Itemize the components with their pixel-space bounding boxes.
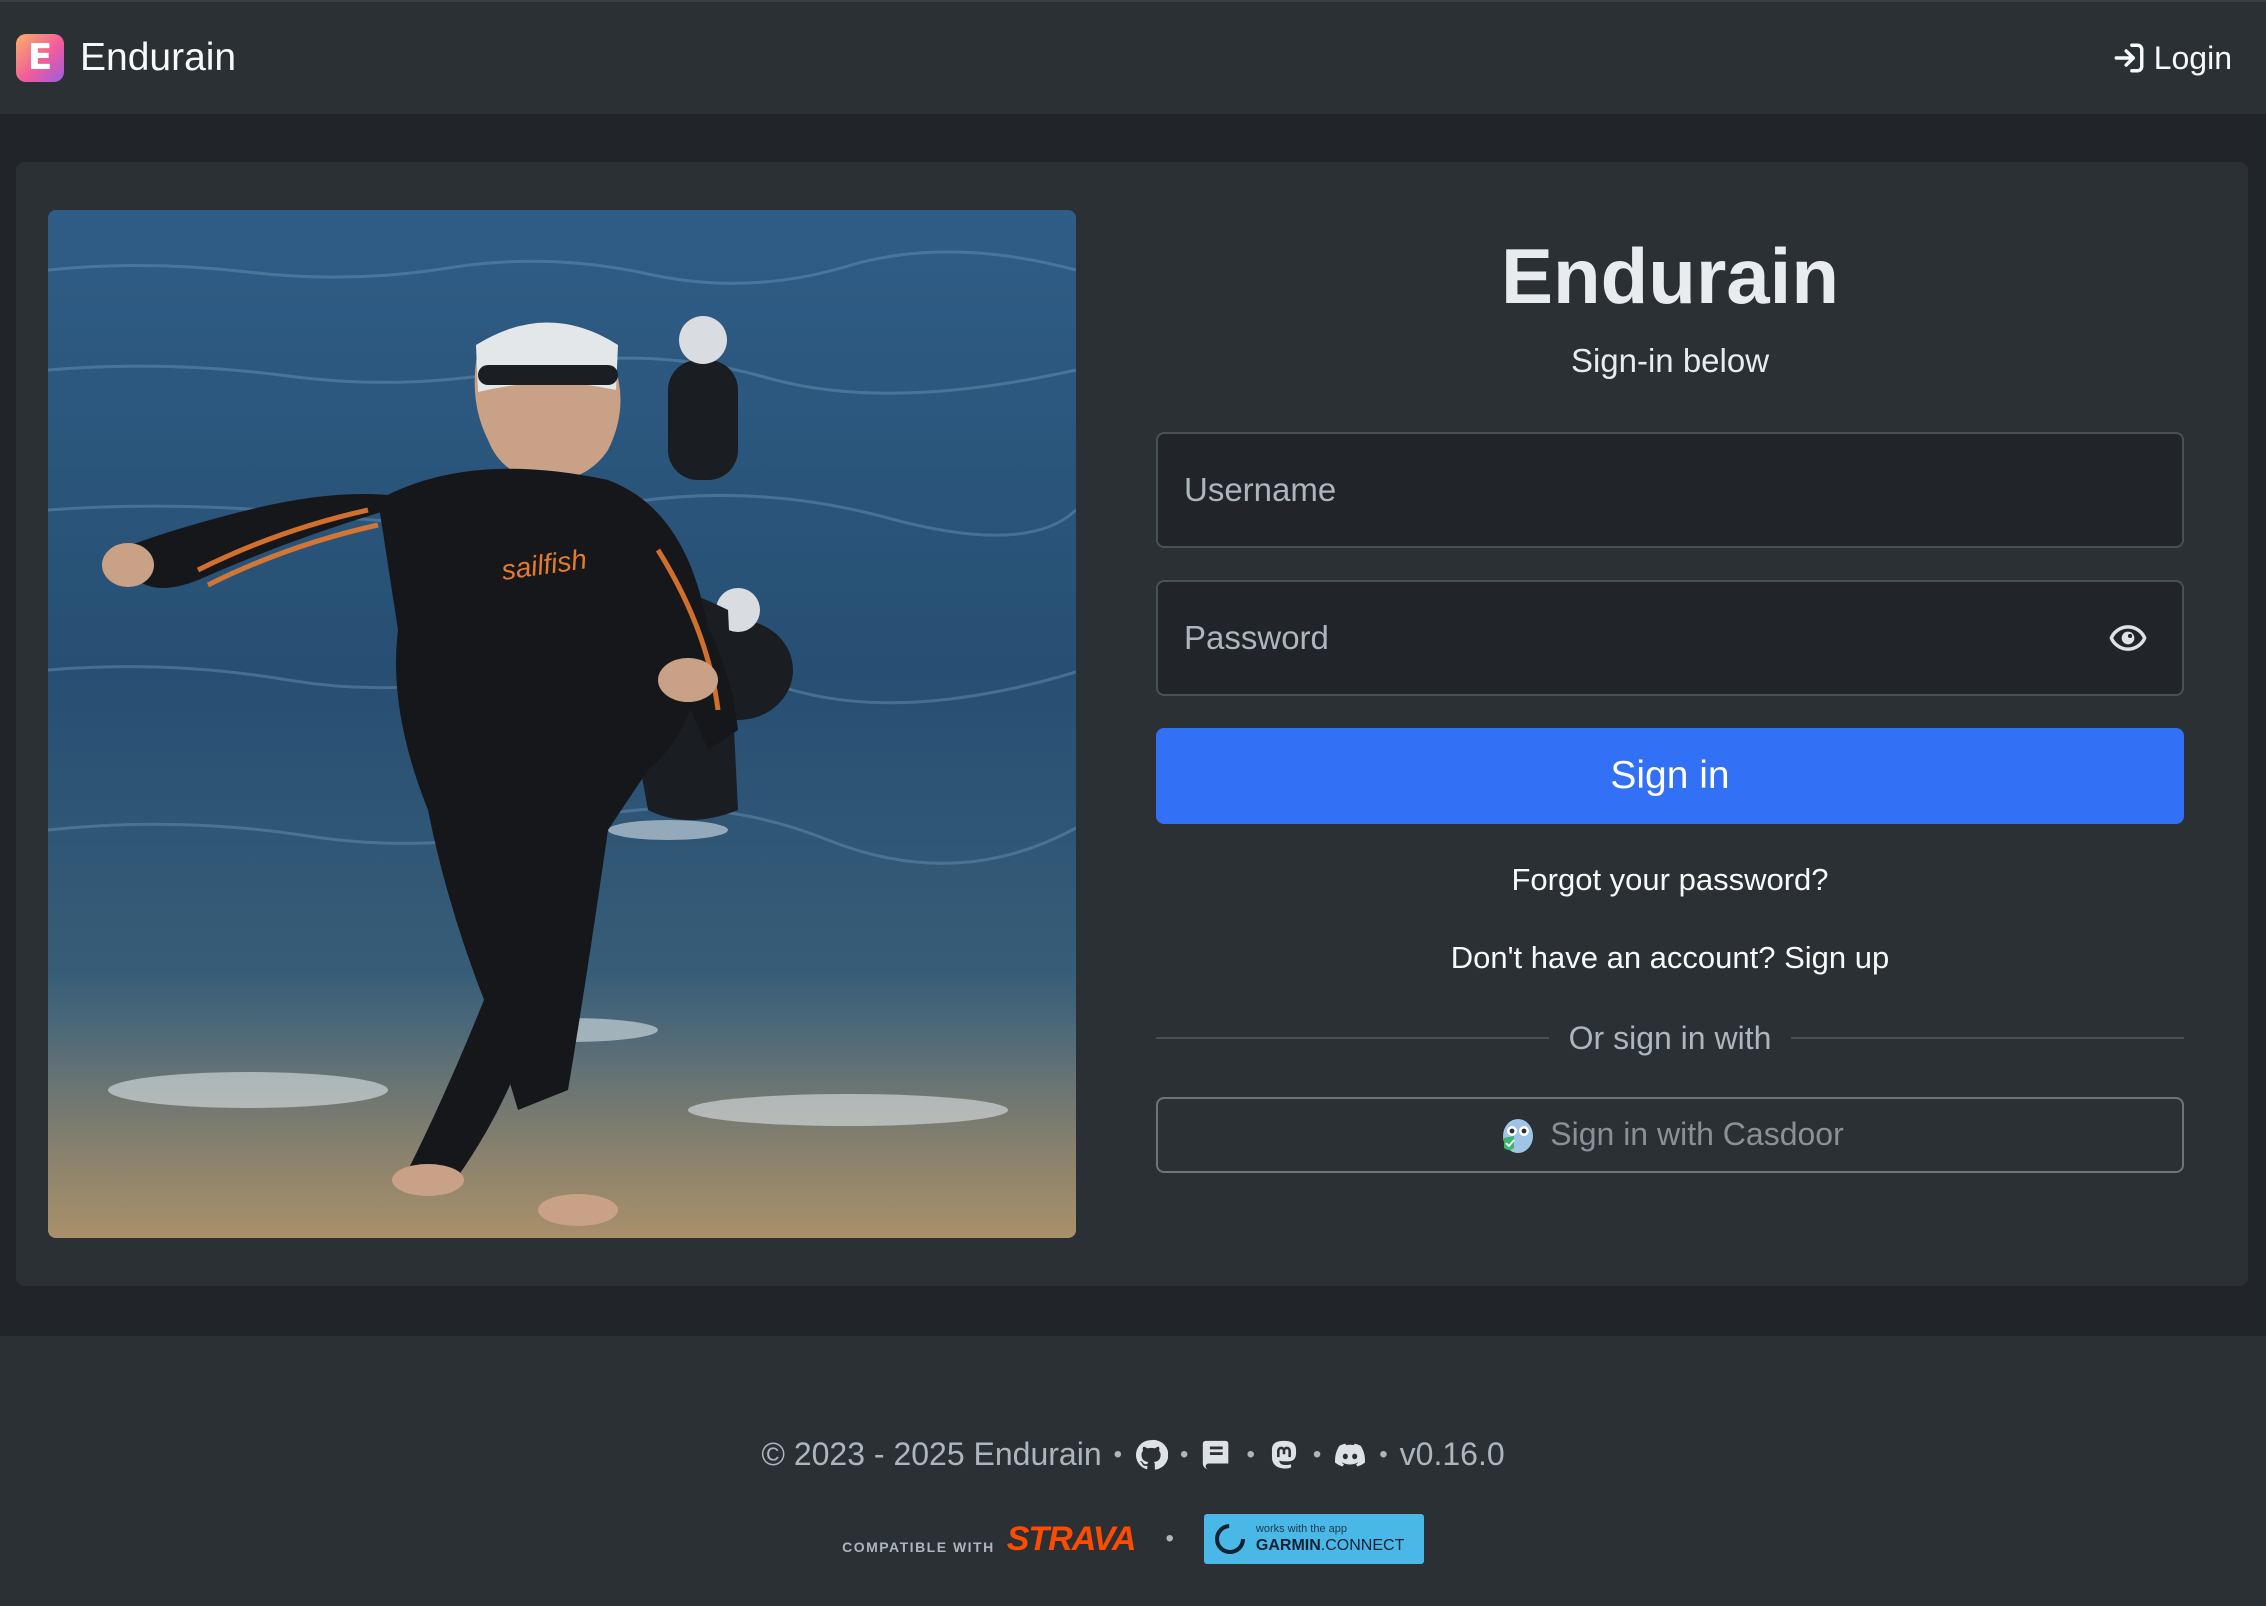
github-icon[interactable] (1134, 1438, 1169, 1472)
forgot-password-link[interactable]: Forgot your password? (1156, 862, 2184, 898)
sign-up-link[interactable]: Don't have an account? Sign up (1156, 940, 2184, 976)
casdoor-owl-icon (1503, 1118, 1534, 1153)
username-field-wrapper (1156, 431, 2184, 548)
divider-label: Or sign in with (1568, 1019, 1772, 1056)
mastodon-icon[interactable] (1267, 1438, 1301, 1472)
strava-compatible-label: COMPATIBLE WITH (842, 1538, 995, 1555)
toggle-password-visibility-button[interactable] (2108, 618, 2148, 658)
divider-line-left (1156, 1037, 1549, 1040)
form-title: Endurain (1500, 232, 1839, 320)
form-subtitle: Sign-in below (1570, 341, 1770, 379)
endurain-logo-icon: E (16, 34, 64, 82)
login-link[interactable]: Login (2112, 40, 2232, 77)
login-form: Endurain Sign-in below Sign in Forgot yo… (1156, 210, 2185, 1173)
login-arrow-icon (2114, 43, 2144, 73)
sign-in-button[interactable]: Sign in (1156, 727, 2184, 824)
strava-logo: STRAVA (1006, 1519, 1137, 1558)
top-navbar: E Endurain Login (0, 0, 2266, 114)
hero-photo: sailfish (48, 210, 1076, 1238)
sso-divider: Or sign in with (1156, 1019, 2185, 1057)
casdoor-button-label: Sign in with Casdoor (1550, 1116, 1844, 1153)
divider-line-right (1791, 1037, 2185, 1040)
casdoor-sso-button[interactable]: Sign in with Casdoor (1156, 1096, 2184, 1173)
book-icon[interactable] (1200, 1438, 1234, 1472)
partner-badges: COMPATIBLE WITH STRAVA • works with the … (0, 1514, 2266, 1564)
footer-links: © 2023 - 2025 Endurain • • • • • v0.16.0 (761, 1436, 1505, 1472)
discord-icon[interactable] (1333, 1438, 1367, 1472)
garmin-brand: GARMIN (1255, 1537, 1321, 1554)
page-footer: © 2023 - 2025 Endurain • • • • • v0.16.0… (0, 1336, 2266, 1606)
brand-logo-letter: E (27, 37, 53, 78)
garmin-connect-label: .CONNECT (1320, 1537, 1405, 1554)
brand-name: Endurain (80, 36, 237, 79)
garmin-works-with-label: works with the app (1255, 1523, 1347, 1535)
password-input[interactable] (1158, 581, 2182, 694)
copyright-text: © 2023 - 2025 Endurain (761, 1436, 1102, 1472)
password-field-wrapper (1156, 579, 2184, 696)
login-label: Login (2153, 39, 2232, 76)
username-input[interactable] (1158, 433, 2182, 546)
garmin-connect-badge[interactable]: works with the app GARMIN.CONNECT (1203, 1514, 1424, 1564)
strava-badge[interactable]: COMPATIBLE WITH STRAVA (842, 1519, 1137, 1559)
brand-link[interactable]: E Endurain (16, 34, 236, 82)
login-card: sailfish Endurain Sign-in below Username… (16, 162, 2248, 1286)
eye-icon (2109, 624, 2147, 651)
version-text: v0.16.0 (1399, 1436, 1505, 1472)
garmin-connect-icon (1214, 1524, 1245, 1554)
